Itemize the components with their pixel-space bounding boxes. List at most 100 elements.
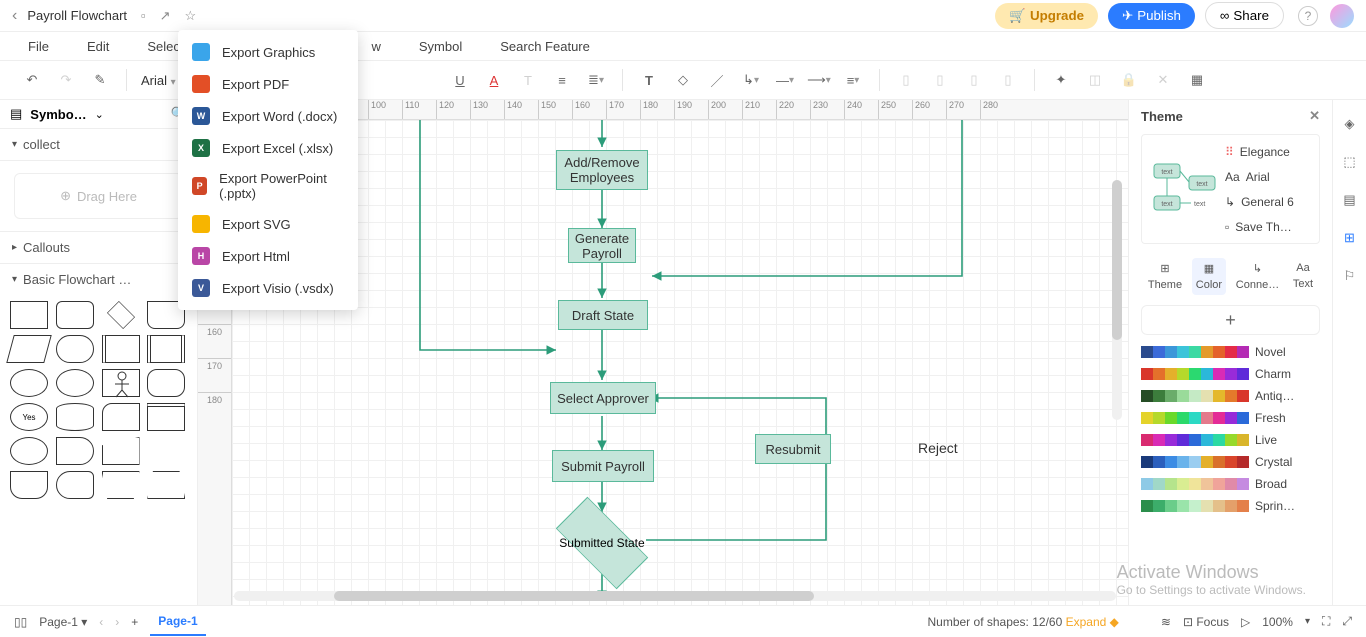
line-color-icon[interactable]: ／ <box>705 68 729 92</box>
undo-icon[interactable]: ↶ <box>20 68 44 92</box>
rail-import-icon[interactable]: ⬚ <box>1340 152 1360 172</box>
palette-row[interactable]: Novel <box>1141 345 1320 359</box>
connector-type-icon[interactable]: ↳▾ <box>739 68 763 92</box>
rail-grid-icon[interactable]: ⊞ <box>1340 228 1360 248</box>
tab-connector[interactable]: ↳Conne… <box>1232 258 1283 295</box>
section-basic-flowchart[interactable]: ▾ Basic Flowchart … <box>0 263 197 295</box>
palette-row[interactable]: Charm <box>1141 367 1320 381</box>
export-item[interactable]: Export PDF <box>178 68 358 100</box>
node-add-remove[interactable]: Add/Remove Employees <box>556 150 648 190</box>
expand-link[interactable]: Expand <box>1066 615 1107 629</box>
node-select-approver[interactable]: Select Approver <box>550 382 656 414</box>
next-page-icon[interactable]: › <box>115 615 119 629</box>
export-item[interactable]: HExport Html <box>178 240 358 272</box>
effects-icon[interactable]: ✦ <box>1049 68 1073 92</box>
shape-connector-yes[interactable]: Yes <box>10 403 48 431</box>
save-icon[interactable]: ▫ <box>141 8 146 24</box>
rail-bookmark-icon[interactable]: ⚐ <box>1340 266 1360 286</box>
shape-card2[interactable] <box>147 403 185 431</box>
tab-color[interactable]: ▦Color <box>1192 258 1226 295</box>
page-tab[interactable]: Page-1 <box>150 608 205 636</box>
shape-diamond[interactable] <box>106 301 134 329</box>
fullscreen-icon[interactable]: ⤢ <box>1342 614 1352 629</box>
shape-parallelogram[interactable] <box>6 335 52 363</box>
help-icon[interactable]: ? <box>1298 6 1318 26</box>
align-left-icon[interactable]: ▯ <box>894 68 918 92</box>
shape-manual-input[interactable] <box>102 437 140 465</box>
open-external-icon[interactable]: ↗ <box>160 8 171 24</box>
scroll-thumb[interactable] <box>1112 180 1122 340</box>
align-icon[interactable]: ≡ <box>550 68 574 92</box>
section-callouts[interactable]: ▸ Callouts <box>0 231 197 263</box>
palette-row[interactable]: Sprin… <box>1141 499 1320 513</box>
arrow-style-icon[interactable]: ⟶▾ <box>807 68 831 92</box>
line-spacing-icon[interactable]: ≣▾ <box>584 68 608 92</box>
play-icon[interactable]: ▷ <box>1241 615 1250 629</box>
crop-icon[interactable]: ◫ <box>1083 68 1107 92</box>
palette-row[interactable]: Broad <box>1141 477 1320 491</box>
underline-icon[interactable]: U <box>448 68 472 92</box>
shape-card[interactable] <box>102 403 140 431</box>
menu-edit[interactable]: Edit <box>87 39 109 54</box>
shape-predefined[interactable] <box>102 335 140 363</box>
shape-internal-storage[interactable] <box>147 335 185 363</box>
menu-view-cut[interactable]: w <box>372 39 381 54</box>
text-case-icon[interactable]: T <box>516 68 540 92</box>
palette-row[interactable]: Live <box>1141 433 1320 447</box>
export-item[interactable]: VExport Visio (.vsdx) <box>178 272 358 304</box>
horizontal-scrollbar[interactable] <box>234 591 1116 601</box>
shape-ellipse[interactable] <box>10 369 48 397</box>
fill-icon[interactable]: ◇ <box>671 68 695 92</box>
export-item[interactable]: XExport Excel (.xlsx) <box>178 132 358 164</box>
back-button[interactable]: ‹ <box>12 7 17 25</box>
group-icon[interactable]: ▯ <box>962 68 986 92</box>
format-painter-icon[interactable]: ✎ <box>88 68 112 92</box>
close-icon[interactable]: ✕ <box>1309 108 1320 124</box>
shape-rounded2[interactable] <box>147 369 185 397</box>
node-resubmit[interactable]: Resubmit <box>755 434 831 464</box>
layer-icon[interactable]: ▯ <box>996 68 1020 92</box>
table-icon[interactable]: ▦ <box>1185 68 1209 92</box>
line-jump-icon[interactable]: ≡▾ <box>841 68 865 92</box>
theme-font[interactable]: AaArial <box>1225 170 1319 184</box>
shape-rectangle[interactable] <box>10 301 48 329</box>
shape-circle2[interactable] <box>10 437 48 465</box>
share-button[interactable]: ∞Share <box>1205 2 1284 29</box>
shape-actor[interactable] <box>102 369 140 397</box>
add-palette-button[interactable]: + <box>1141 305 1320 335</box>
publish-button[interactable]: ✈Publish <box>1108 3 1195 29</box>
layers-icon[interactable]: ≋ <box>1161 615 1171 629</box>
shape-wave[interactable] <box>10 471 48 499</box>
lock-icon[interactable]: 🔒 <box>1117 68 1141 92</box>
fit-icon[interactable]: ⛶ <box>1322 614 1330 629</box>
theme-save[interactable]: ▫Save Th… <box>1225 220 1319 234</box>
redo-icon[interactable]: ↷ <box>54 68 78 92</box>
menu-symbol[interactable]: Symbol <box>419 39 462 54</box>
focus-button[interactable]: ⊡ Focus <box>1183 615 1229 629</box>
pages-icon[interactable]: ▯▯ <box>14 615 27 629</box>
shape-rounded-rect[interactable] <box>56 301 94 329</box>
rail-diamond-icon[interactable]: ◈ <box>1340 114 1360 134</box>
line-style-icon[interactable]: —▾ <box>773 68 797 92</box>
shape-manual-op[interactable] <box>102 471 140 499</box>
rail-layout-icon[interactable]: ▤ <box>1340 190 1360 210</box>
shape-trap[interactable] <box>147 471 185 499</box>
shape-blank[interactable] <box>147 437 185 465</box>
shape-stored-data[interactable] <box>56 437 94 465</box>
drag-here-area[interactable]: ⊕ Drag Here <box>14 173 183 219</box>
palette-row[interactable]: Antiq… <box>1141 389 1320 403</box>
prev-page-icon[interactable]: ‹ <box>99 615 103 629</box>
shape-database[interactable] <box>56 403 94 431</box>
scroll-thumb[interactable] <box>334 591 814 601</box>
export-item[interactable]: WExport Word (.docx) <box>178 100 358 132</box>
collapse-icon[interactable]: ⌄ <box>95 108 104 121</box>
add-page-icon[interactable]: + <box>131 615 138 629</box>
node-generate[interactable]: Generate Payroll <box>568 228 636 263</box>
export-item[interactable]: PExport PowerPoint (.pptx) <box>178 164 358 208</box>
section-collect[interactable]: ▾ collect <box>0 129 197 161</box>
shape-terminator[interactable] <box>56 335 94 363</box>
star-icon[interactable]: ☆ <box>185 8 197 24</box>
node-submit-payroll[interactable]: Submit Payroll <box>552 450 654 482</box>
theme-template[interactable]: ↳General 6 <box>1225 195 1319 209</box>
export-item[interactable]: Export Graphics <box>178 36 358 68</box>
